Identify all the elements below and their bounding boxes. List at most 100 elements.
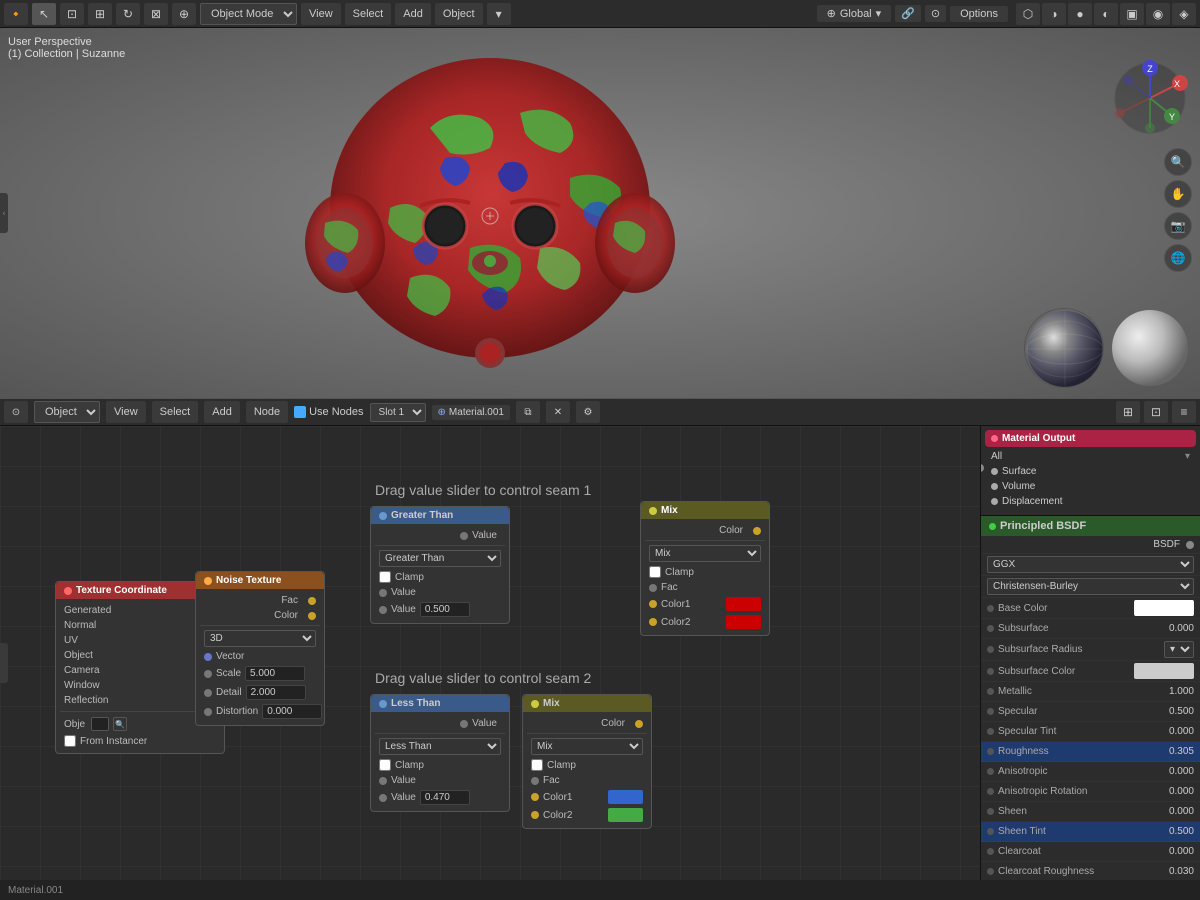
gt-mode-select[interactable]: Greater Than [379,550,501,567]
bsdf-socket-2[interactable] [987,646,994,653]
bsdf-socket-1[interactable] [987,625,994,632]
viewport-left-handle[interactable]: ‹ [0,193,8,233]
node-node-menu[interactable]: Node [246,401,288,423]
viewport-shading-7[interactable]: ◈ [1172,3,1196,25]
scale-tool[interactable]: ⊠ [144,3,168,25]
method-select[interactable]: Christensen-Burley [987,578,1194,595]
bsdf-row-2[interactable]: Subsurface Radius▾ [981,639,1200,661]
mix2-color2-swatch[interactable] [608,808,643,822]
viewport-shading-2[interactable]: ◑ [1042,3,1066,25]
mix2-color-out-socket[interactable] [635,720,643,728]
mix1-select[interactable]: Mix [649,545,761,562]
bsdf-in-dot[interactable] [980,464,984,472]
viewport-shading-1[interactable]: ⬡ [1016,3,1040,25]
less-than-node[interactable]: Less Than Value Less Than Clamp [370,694,510,812]
distortion-socket[interactable] [204,708,212,716]
more-material[interactable]: ⚙ [576,401,600,423]
blender-icon[interactable]: 🔸 [4,3,28,25]
scale-input[interactable] [245,666,305,681]
bsdf-row-7[interactable]: Roughness0.305 [981,742,1200,762]
mix1-color1-socket[interactable] [649,600,657,608]
node-canvas[interactable]: Drag value slider to control seam 1 Drag… [0,426,1200,900]
use-nodes-checkbox[interactable] [294,406,306,418]
toolbar-r3[interactable]: ≡ [1172,401,1196,423]
view-menu[interactable]: View [301,3,341,25]
bsdf-row-3[interactable]: Subsurface Color [981,661,1200,682]
toolbar-r2[interactable]: ⊡ [1144,401,1168,423]
bsdf-socket-12[interactable] [987,848,994,855]
bsdf-socket-8[interactable] [987,768,994,775]
object-menu[interactable]: Object [435,3,483,25]
bsdf-row-10[interactable]: Sheen0.000 [981,802,1200,822]
bsdf-socket-7[interactable] [987,748,994,755]
material-preview[interactable] [1110,308,1190,388]
detail-input[interactable] [246,685,306,700]
navigation-gizmo[interactable]: X Y Z [1110,58,1190,138]
bsdf-socket-13[interactable] [987,868,994,875]
bsdf-socket-10[interactable] [987,808,994,815]
rotate-tool[interactable]: ↻ [116,3,140,25]
node-add-menu[interactable]: Add [204,401,240,423]
world-btn[interactable]: 🌐 [1164,244,1192,272]
obj-picker[interactable] [91,717,109,731]
lt-mode-select[interactable]: Less Than [379,738,501,755]
ggx-select[interactable]: GGX [987,556,1194,573]
bsdf-row-9[interactable]: Anisotropic Rotation0.000 [981,782,1200,802]
copy-material[interactable]: ⧉ [516,401,540,423]
mix1-color2-socket[interactable] [649,618,657,626]
from-instancer-cb[interactable] [64,735,76,747]
add-menu[interactable]: Add [395,3,431,25]
method-row[interactable]: Christensen-Burley [981,576,1200,598]
greater-than-node[interactable]: Greater Than Value Greater Than Clamp [370,506,510,624]
bsdf-socket-0[interactable] [987,605,994,612]
bsdf-socket-9[interactable] [987,788,994,795]
camera-btn[interactable]: 📷 [1164,212,1192,240]
distortion-input[interactable] [262,704,322,719]
move-tool[interactable]: ⊞ [88,3,112,25]
env-preview[interactable] [1024,308,1104,388]
mix2-fac-socket[interactable] [531,777,539,785]
bsdf-row-5[interactable]: Specular0.500 [981,702,1200,722]
scale-socket[interactable] [204,670,212,678]
node-view-menu[interactable]: View [106,401,146,423]
global-select[interactable]: ⊕ Global ▾ [817,5,892,22]
bsdf-row-0[interactable]: Base Color [981,598,1200,619]
displacement-dot[interactable] [991,498,998,505]
zoom-in-btn[interactable]: 🔍 [1164,148,1192,176]
toolbar-r1[interactable]: ⊞ [1116,401,1140,423]
bsdf-color-0[interactable] [1134,600,1194,616]
gt-value2-socket[interactable] [379,606,387,614]
mix-node-1[interactable]: Mix Color Mix Clamp [640,501,770,636]
fac-out-socket[interactable] [308,597,316,605]
mix2-color1-socket[interactable] [531,793,539,801]
volume-dot[interactable] [991,483,998,490]
select-tool[interactable]: ⊡ [60,3,84,25]
mix1-color1-swatch[interactable] [726,597,761,611]
bsdf-out-socket[interactable] [1186,541,1194,549]
bsdf-socket-4[interactable] [987,688,994,695]
gt-value-out-socket[interactable] [460,532,468,540]
gt-value-in-socket[interactable] [379,589,387,597]
select-menu[interactable]: Select [345,3,392,25]
transform-tool[interactable]: ⊕ [172,3,196,25]
material-selector[interactable]: ⊕ Material.001 [432,405,510,420]
mix1-fac-socket[interactable] [649,584,657,592]
slot-select[interactable]: Slot 1 [370,403,426,422]
object-type-select[interactable]: Object [34,401,100,423]
bsdf-socket-3[interactable] [987,668,994,675]
proportional-edit[interactable]: ⊙ [925,5,946,22]
gt-value-input[interactable] [420,602,470,617]
bsdf-row-8[interactable]: Anisotropic0.000 [981,762,1200,782]
options-btn[interactable]: Options [950,6,1008,22]
bsdf-dropdown-2[interactable]: ▾ [1164,641,1194,658]
mix2-color1-swatch[interactable] [608,790,643,804]
snap-menu[interactable]: 🔗 [895,5,921,22]
mix1-clamp-cb[interactable] [649,566,661,578]
mix2-select[interactable]: Mix [531,738,643,755]
bsdf-row-6[interactable]: Specular Tint0.000 [981,722,1200,742]
surface-dot[interactable] [991,468,998,475]
node-left-handle[interactable] [0,643,8,683]
viewport-shading-4[interactable]: ◐ [1094,3,1118,25]
bsdf-color-3[interactable] [1134,663,1194,679]
bsdf-socket-11[interactable] [987,828,994,835]
